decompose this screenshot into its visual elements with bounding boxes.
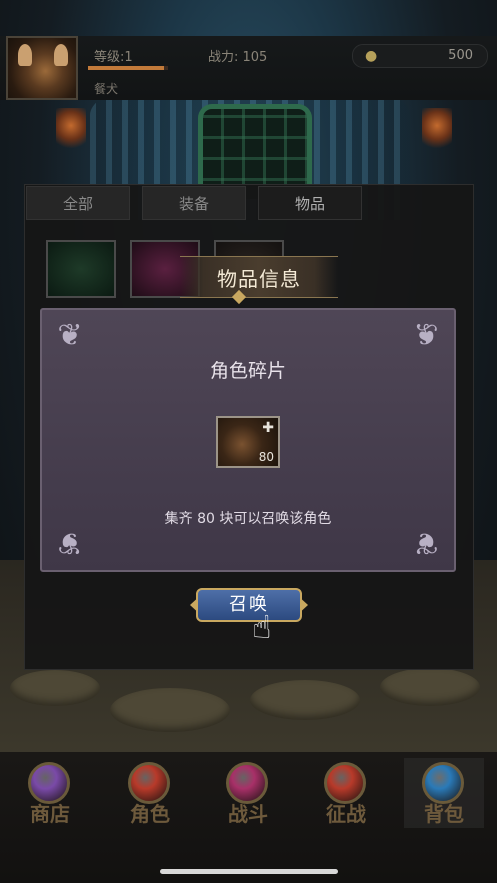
tab-equipment[interactable]: 装备 <box>142 186 246 220</box>
exp-bar-fill <box>88 66 164 70</box>
nav-shop[interactable]: 商店 <box>10 758 90 828</box>
gold-counter: ● 500 <box>352 44 488 68</box>
bag-tabs: 全部 装备 物品 <box>26 186 366 220</box>
nav-campaign[interactable]: 征战 <box>306 758 386 828</box>
horn-icon <box>54 44 68 66</box>
puzzle-piece-icon: ✚ <box>262 420 274 436</box>
level-label: 等级:1 <box>94 50 133 65</box>
nav-label: 商店 <box>30 802 70 826</box>
power-label: 战力: 105 <box>208 50 268 65</box>
player-name: 餐犬 <box>94 82 119 96</box>
ornament-corner-icon: ❦ <box>57 318 83 353</box>
item-icon: ✚ 80 <box>216 416 280 468</box>
item-description: 集齐 80 块可以召唤该角色 <box>164 511 332 527</box>
item-name: 角色碎片 <box>209 360 286 382</box>
nav-character[interactable]: 角色 <box>110 758 190 828</box>
summon-button[interactable]: 召唤 <box>196 588 302 622</box>
gold-value: 500 <box>448 48 473 63</box>
player-avatar[interactable] <box>6 36 78 100</box>
nav-label: 背包 <box>424 802 464 826</box>
nav-label: 征战 <box>326 802 366 826</box>
item-count: 80 <box>258 450 274 464</box>
home-indicator[interactable] <box>160 869 338 874</box>
horn-icon <box>18 44 32 66</box>
nav-label: 战斗 <box>228 802 268 826</box>
tab-items[interactable]: 物品 <box>258 186 362 220</box>
torch-icon <box>56 108 86 152</box>
ornament-corner-icon: ❦ <box>413 318 439 353</box>
nav-label: 角色 <box>130 802 170 826</box>
tab-all[interactable]: 全部 <box>26 186 130 220</box>
nav-battle[interactable]: 战斗 <box>208 758 288 828</box>
gold-coin-icon: ● <box>365 48 378 64</box>
pointing-hand-icon: ☝ <box>252 608 272 646</box>
nav-bag[interactable]: 背包 <box>404 758 484 828</box>
modal-title: 物品信息 <box>217 267 301 291</box>
torch-icon <box>422 108 452 152</box>
bag-slot[interactable] <box>46 240 116 298</box>
exp-bar <box>88 66 168 70</box>
